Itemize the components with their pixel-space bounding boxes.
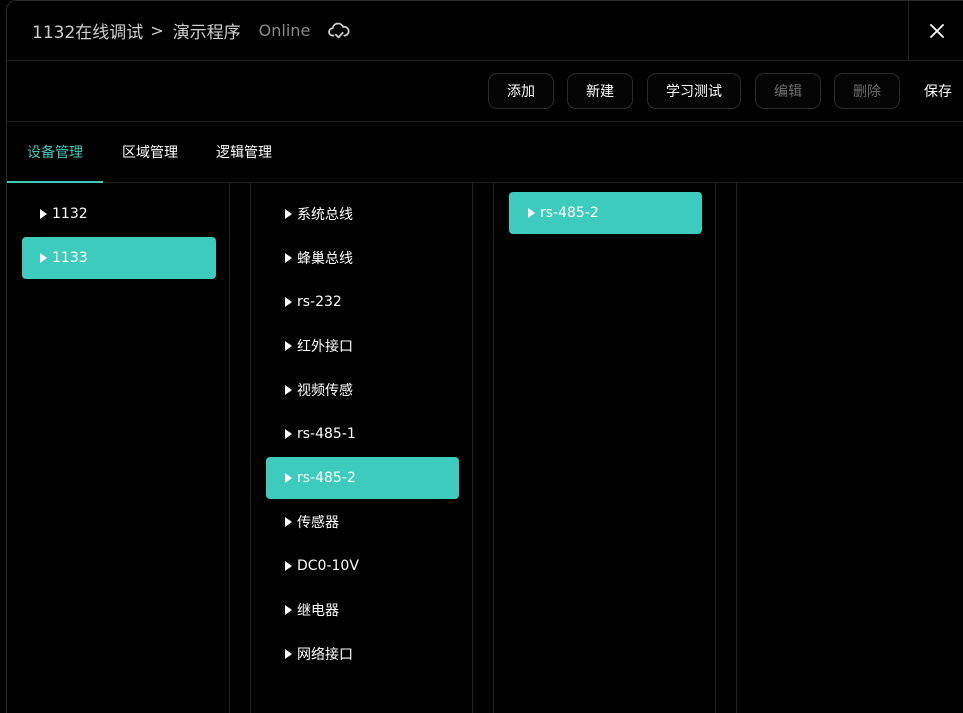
caret-right-icon [285,429,292,439]
breadcrumb-item-program: 演示程序 [172,23,241,43]
list-item-label: 视频传感 [297,383,353,399]
column-divider [472,182,473,713]
edit-button[interactable]: 编辑 [755,73,821,109]
list-item[interactable]: 视频传感 [266,369,459,411]
caret-right-icon [528,208,535,218]
tab-area-management[interactable]: 区域管理 [122,122,178,182]
list-item[interactable]: 系统总线 [266,193,459,235]
list-item[interactable]: rs-232 [266,281,459,323]
tab-bar: 设备管理 区域管理 逻辑管理 [7,122,963,183]
caret-right-icon [285,385,292,395]
caret-right-icon [285,297,292,307]
list-item-label: DC0-10V [297,558,359,574]
caret-right-icon [285,649,292,659]
caret-right-icon [285,517,292,527]
caret-right-icon [285,473,292,483]
device-item-1133[interactable]: 1133 [22,237,216,279]
list-item-label: rs-485-2 [540,205,599,221]
list-item[interactable]: 网络接口 [266,633,459,675]
list-item-label: 传感器 [297,515,339,531]
close-button[interactable] [908,1,963,60]
list-item-label: 继电器 [297,603,339,619]
tab-device-management[interactable]: 设备管理 [27,122,83,182]
device-item-1132[interactable]: 1132 [22,193,216,235]
list-item[interactable]: 红外接口 [266,325,459,367]
new-button[interactable]: 新建 [567,73,633,109]
column-divider [250,182,251,713]
add-button[interactable]: 添加 [488,73,554,109]
dialog-header: 1132在线调试 > 演示程序 Online [7,1,963,61]
list-item[interactable]: rs-485-1 [266,413,459,455]
list-item-label: rs-485-1 [297,426,356,442]
column-divider [493,182,494,713]
list-item[interactable]: 继电器 [266,589,459,631]
list-item-label: 1133 [52,250,88,266]
list-item-label: 蜂巢总线 [297,251,353,267]
caret-right-icon [285,253,292,263]
caret-right-icon [40,253,47,263]
chevron-right-icon: > [150,21,164,40]
save-button[interactable]: 保存 [924,73,952,109]
list-item-label: 系统总线 [297,207,353,223]
list-item[interactable]: rs-485-2 [509,192,702,234]
column-divider [229,182,230,713]
toolbar: 添加 新建 学习测试 编辑 删除 保存 [7,61,963,122]
dialog-window: 1132在线调试 > 演示程序 Online 添加 新建 学习测试 编辑 删除 … [6,0,963,713]
delete-button[interactable]: 删除 [834,73,900,109]
list-item[interactable]: rs-485-2 [266,457,459,499]
list-item[interactable]: 传感器 [266,501,459,543]
caret-right-icon [285,209,292,219]
list-item-label: rs-485-2 [297,470,356,486]
tab-logic-management[interactable]: 逻辑管理 [216,122,272,182]
cloud-sync-icon[interactable] [328,21,350,41]
list-item-label: 网络接口 [297,647,353,663]
caret-right-icon [285,341,292,351]
list-item[interactable]: 蜂巢总线 [266,237,459,279]
caret-right-icon [285,605,292,615]
list-item[interactable]: DC0-10V [266,545,459,587]
connection-status: Online [258,21,311,40]
list-item-label: 红外接口 [297,339,353,355]
list-item-label: rs-232 [297,294,342,310]
breadcrumb-item-debug[interactable]: 1132在线调试 [32,18,143,43]
caret-right-icon [285,561,292,571]
column-divider [715,182,716,713]
caret-right-icon [40,209,47,219]
column-divider [736,182,737,713]
learn-test-button[interactable]: 学习测试 [647,73,741,109]
close-icon [929,23,944,38]
list-item-label: 1132 [52,206,88,222]
breadcrumb: 1132在线调试 > 演示程序 Online [32,18,350,43]
active-tab-indicator [7,181,103,183]
